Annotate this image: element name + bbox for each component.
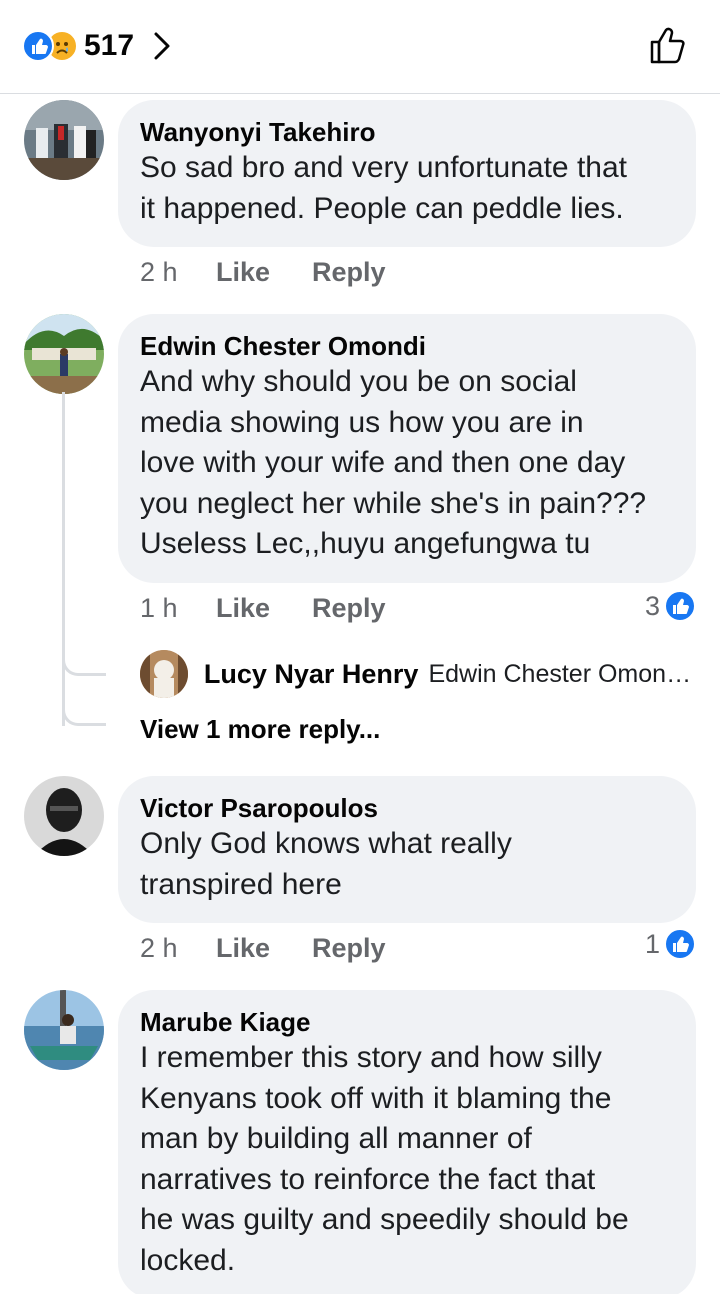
comment-line: Only God knows what really: [140, 827, 512, 860]
like-reaction-icon: [664, 590, 696, 622]
comment-author[interactable]: Marube Kiage: [140, 1006, 672, 1038]
avatar[interactable]: [140, 650, 188, 698]
reactions-header: 517: [0, 0, 720, 94]
comment-actions: 1 h Like Reply: [140, 590, 428, 626]
comment-bubble: Victor Psaropoulos Only God knows what r…: [118, 776, 696, 923]
reply-button[interactable]: Reply: [312, 593, 386, 624]
avatar[interactable]: [24, 100, 104, 180]
comment-time: 1 h: [140, 592, 178, 623]
reply-button[interactable]: Reply: [312, 257, 386, 288]
comment-line: So sad bro and very unfortunate that: [140, 151, 627, 184]
comment-line: media showing us how you are in: [140, 405, 584, 439]
like-count: 1: [644, 928, 660, 959]
avatar[interactable]: [24, 990, 104, 1070]
comment-like-count[interactable]: 1: [645, 928, 696, 960]
like-reaction-icon: [22, 30, 54, 62]
chevron-right-icon[interactable]: [148, 28, 176, 64]
comment-like-count[interactable]: 3: [645, 590, 696, 622]
comment-bubble: Marube Kiage I remember this story and h…: [118, 990, 696, 1294]
comment-bubble: Wanyonyi Takehiro So sad bro and very un…: [118, 100, 696, 247]
like-icon[interactable]: [646, 24, 690, 68]
comment-author[interactable]: Victor Psaropoulos: [140, 792, 672, 824]
like-button[interactable]: Like: [216, 257, 270, 288]
reply-button[interactable]: Reply: [312, 933, 386, 964]
reply-preview-row[interactable]: Lucy Nyar Henry Edwin Chester Omond...: [140, 650, 700, 698]
comment-line: transpired here: [140, 867, 342, 901]
comment-line: you neglect her while she's in pain???: [140, 486, 647, 520]
comment-line: Kenyans took off with it blaming the: [140, 1081, 612, 1115]
comment-line: man by building all manner of: [140, 1122, 532, 1155]
comment-line: narratives to reinforce the fact that: [140, 1162, 596, 1196]
like-button[interactable]: Like: [216, 593, 270, 624]
reply-preview-text[interactable]: Edwin Chester Omond...: [428, 660, 700, 689]
comment-line: he was guilty and speedily should be: [140, 1203, 629, 1236]
comment-time: 2 h: [140, 256, 178, 287]
reactions-summary[interactable]: 517: [22, 26, 176, 66]
comment-line: Useless Lec,,huyu angefungwa tu: [140, 527, 591, 560]
comment-author[interactable]: Wanyonyi Takehiro: [140, 116, 672, 148]
comment-line: And why should you be on social: [140, 365, 577, 398]
like-button[interactable]: Like: [216, 933, 270, 964]
comment-line: I remember this story and how silly: [140, 1041, 602, 1074]
comment-time: 2 h: [140, 932, 178, 963]
like-reaction-icon: [664, 928, 696, 960]
thread-connector: [62, 690, 106, 726]
comment-actions: 2 h Like Reply: [140, 930, 428, 966]
like-count: 3: [644, 590, 660, 621]
thread-line: [62, 392, 66, 726]
reaction-count: 517: [84, 29, 135, 62]
comment-line: it happened. People can peddle lies.: [140, 191, 624, 225]
comment-line: love with your wife and then one day: [140, 446, 626, 479]
comment-bubble: Edwin Chester Omondi And why should you …: [118, 314, 696, 583]
avatar[interactable]: [24, 776, 104, 856]
comment-author[interactable]: Edwin Chester Omondi: [140, 330, 672, 362]
view-more-replies-link[interactable]: View 1 more reply...: [140, 714, 380, 745]
comment-actions: 2 h Like Reply: [140, 254, 428, 290]
comment-line: locked.: [140, 1243, 236, 1277]
avatar[interactable]: [24, 314, 104, 394]
thread-connector: [62, 640, 106, 676]
reply-author[interactable]: Lucy Nyar Henry: [204, 659, 419, 690]
